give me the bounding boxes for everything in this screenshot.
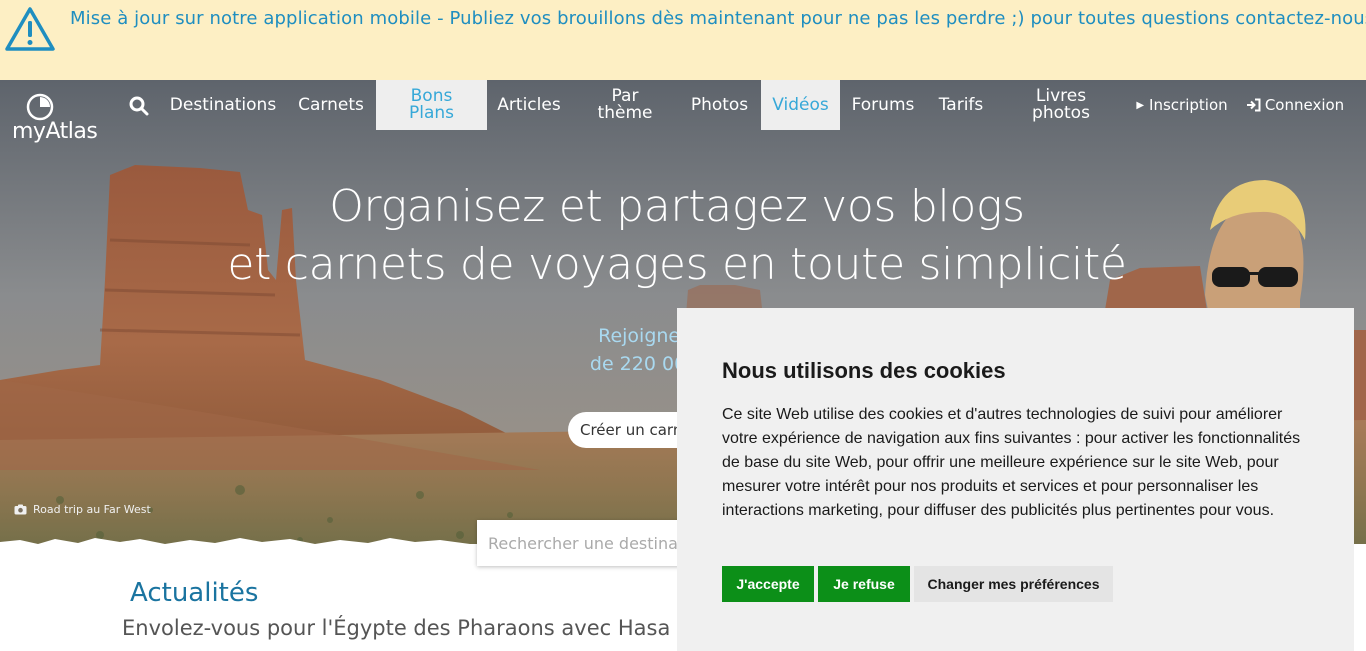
nav-forums[interactable]: Forums [844, 80, 922, 130]
alert-message[interactable]: Mise à jour sur notre application mobile… [70, 8, 1366, 29]
caret-right-icon: ▶ [1136, 99, 1145, 111]
accept-cookies-button[interactable]: J'accepte [722, 566, 814, 602]
nav-videos[interactable]: Vidéos [761, 80, 840, 130]
hero-title-line-1: Organisez et partagez vos blogs [329, 181, 1025, 232]
nav-destinations[interactable]: Destinations [162, 80, 284, 130]
news-section-title: Actualités [130, 578, 259, 608]
search-icon[interactable] [128, 95, 150, 117]
warning-icon [5, 7, 55, 51]
nav-carnets[interactable]: Carnets [290, 80, 372, 130]
connexion-label: Connexion [1264, 95, 1345, 114]
refuse-cookies-button[interactable]: Je refuse [818, 566, 910, 602]
nav-par-theme[interactable]: Par thème [582, 80, 668, 130]
nav-inscription[interactable]: ▶ Inscription [1134, 80, 1230, 130]
news-item-link[interactable]: Envolez-vous pour l'Égypte des Pharaons … [122, 616, 670, 640]
nav-livres-photos[interactable]: Livres photos [1008, 80, 1114, 130]
cookie-consent-panel: Nous utilisons des cookies Ce site Web u… [677, 308, 1354, 651]
hero-title: Organisez et partagez vos blogs et carne… [0, 178, 1354, 294]
nav-bons-plans[interactable]: Bons Plans [376, 80, 487, 130]
nav-tarifs[interactable]: Tarifs [930, 80, 992, 130]
change-preferences-button[interactable]: Changer mes préférences [914, 566, 1113, 602]
cookie-title: Nous utilisons des cookies [722, 358, 1006, 383]
destination-search-input[interactable]: Rechercher une destinat [477, 520, 697, 566]
nav-photos[interactable]: Photos [682, 80, 757, 130]
hero-title-line-2: et carnets de voyages en toute simplicit… [227, 239, 1127, 290]
cookie-description: Ce site Web utilise des cookies et d'aut… [722, 406, 1301, 519]
nav-connexion[interactable]: Connexion [1242, 80, 1348, 130]
camera-icon [14, 504, 27, 515]
photo-caption: Road trip au Far West [14, 503, 151, 516]
alert-banner: Mise à jour sur notre application mobile… [0, 0, 1366, 80]
sign-in-icon [1246, 98, 1261, 112]
nav-articles[interactable]: Articles [490, 80, 568, 130]
photo-caption-text: Road trip au Far West [33, 503, 151, 516]
inscription-label: Inscription [1149, 95, 1228, 114]
